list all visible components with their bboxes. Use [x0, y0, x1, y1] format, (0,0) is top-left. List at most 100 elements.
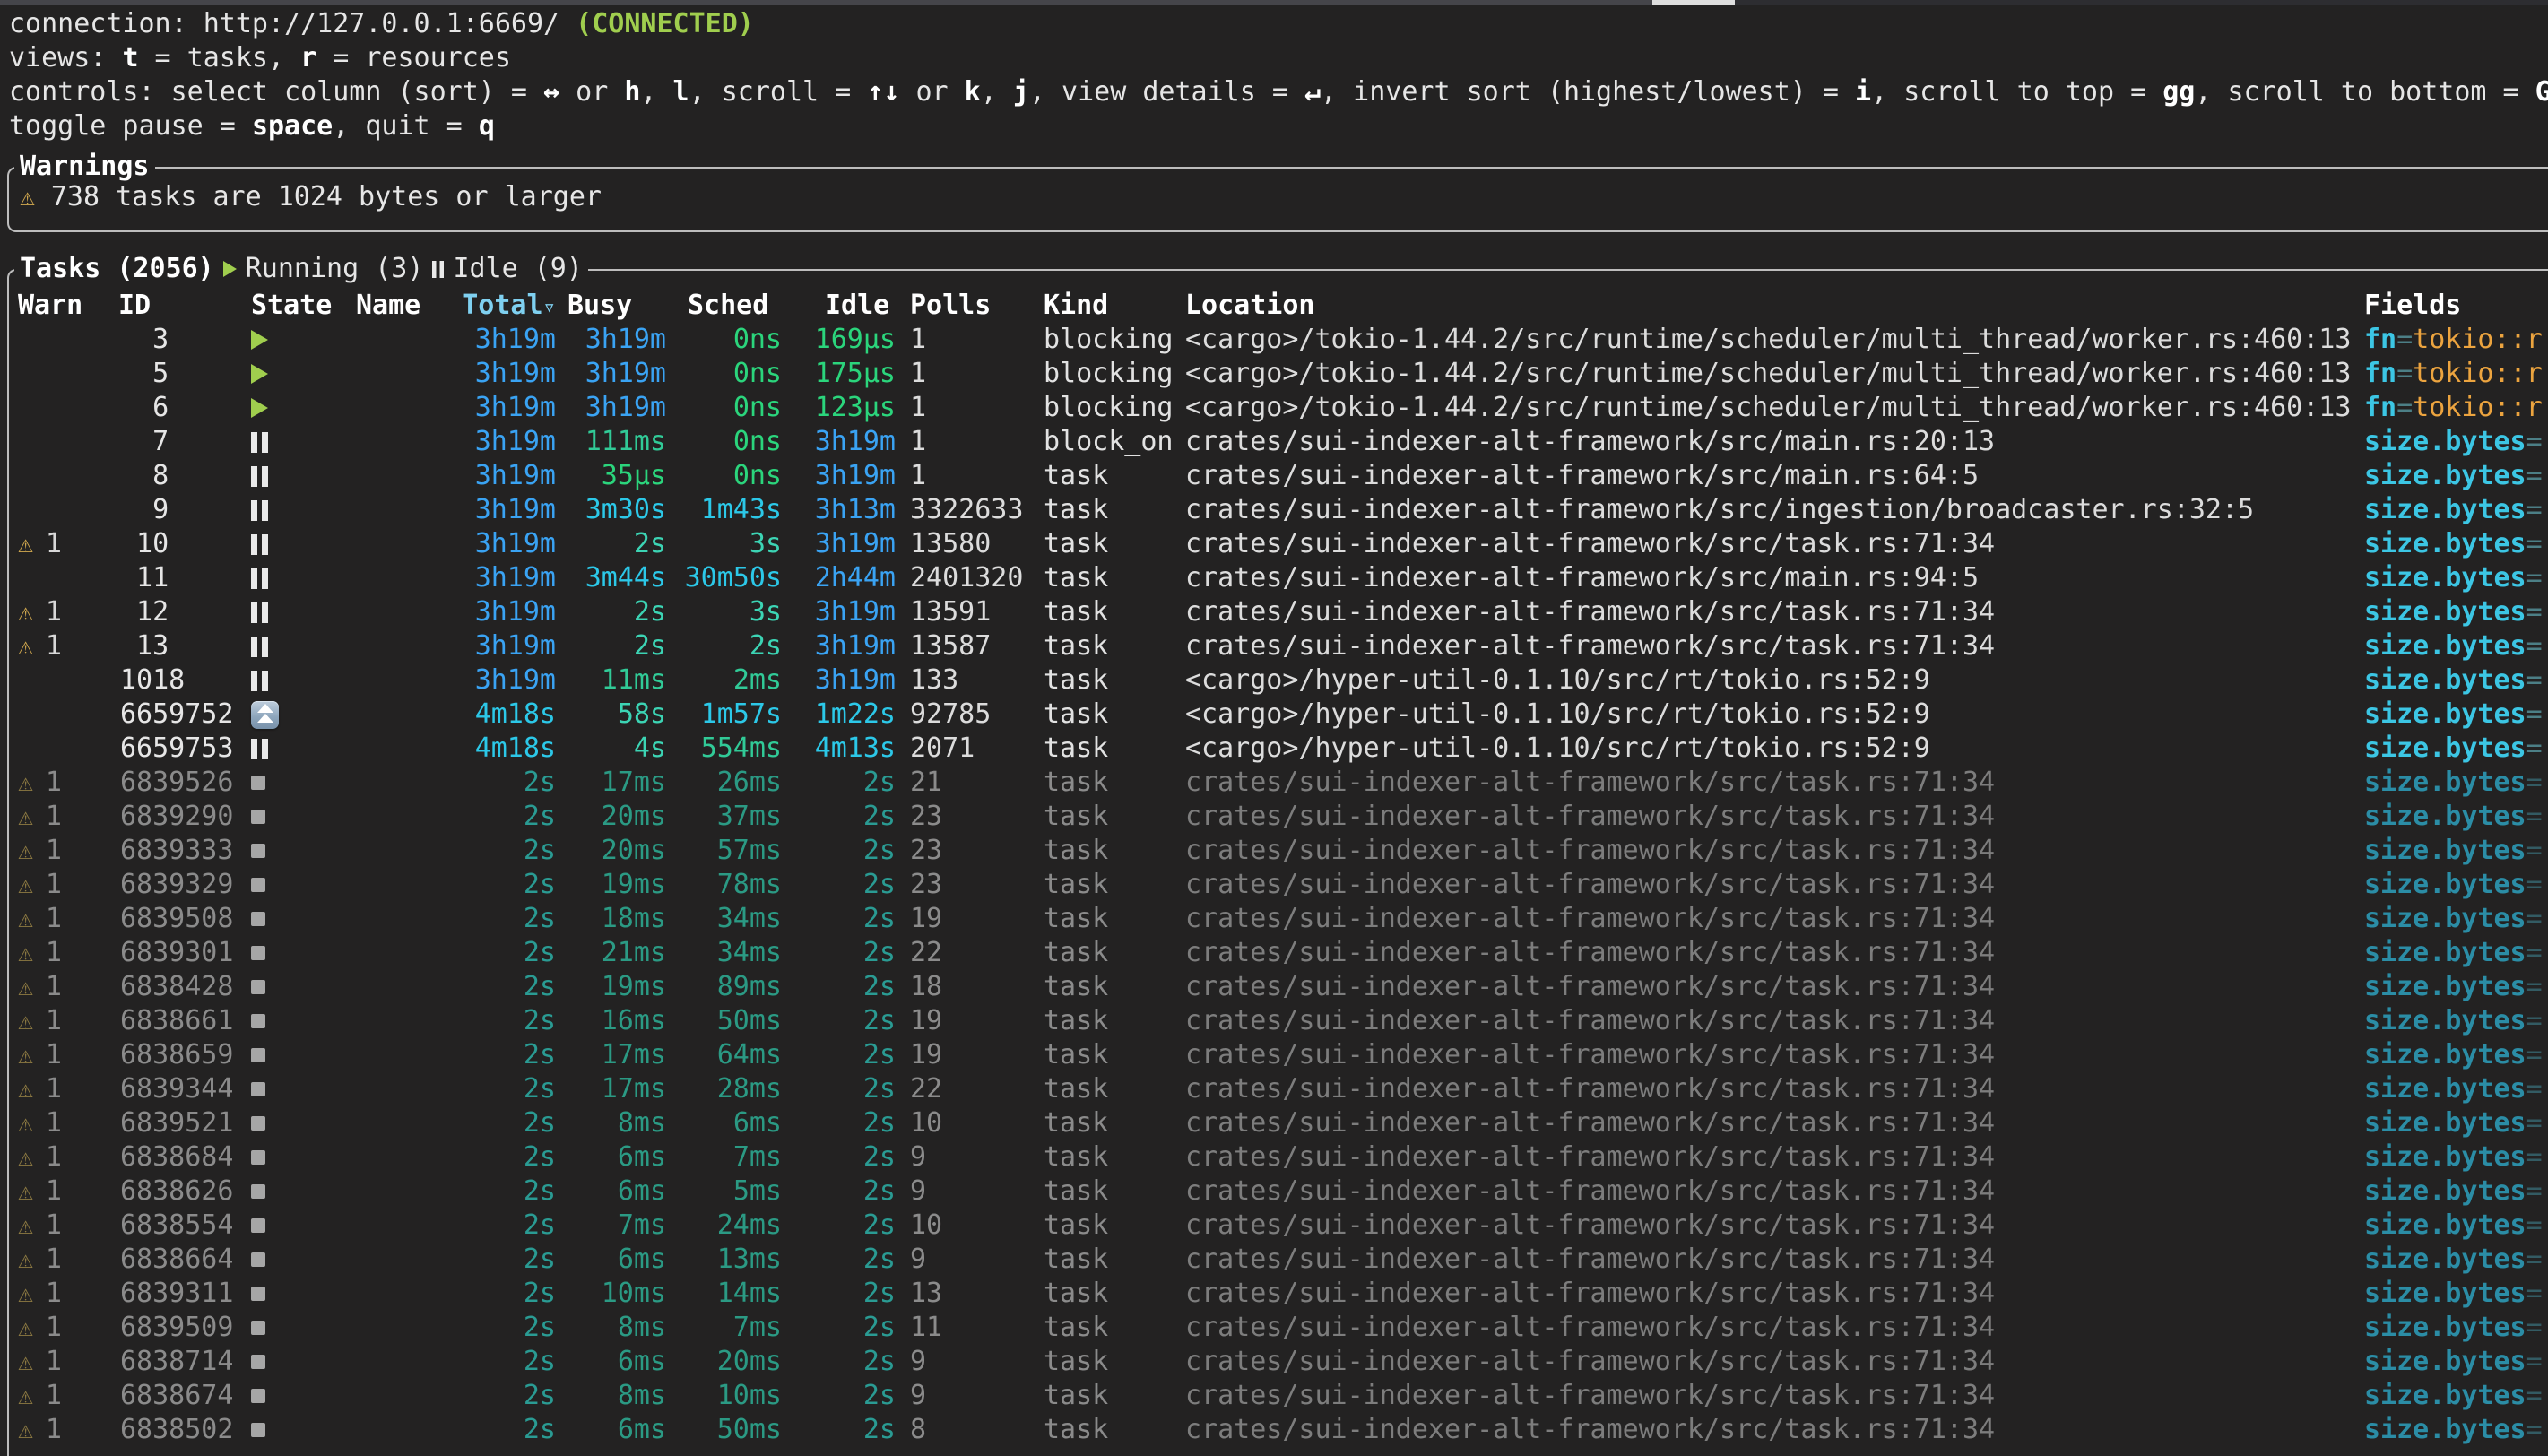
task-row[interactable]: ⚠168386842s6ms7ms2s9taskcrates/sui-index… — [11, 1140, 2548, 1174]
task-row[interactable]: 83h19m35µs0ns3h19m1taskcrates/sui-indexe… — [11, 459, 2548, 493]
warning-count: 1 — [46, 902, 62, 936]
task-row[interactable]: ⚠168392902s20ms37ms2s23taskcrates/sui-in… — [11, 800, 2548, 834]
task-row[interactable]: ⚠168393112s10ms14ms2s13taskcrates/sui-in… — [11, 1277, 2548, 1311]
warn-cell — [11, 561, 118, 595]
kind-cell: task — [1042, 766, 1183, 800]
idle-cell: 3h19m — [782, 595, 896, 629]
column-header-fields[interactable]: Fields — [2362, 289, 2548, 324]
warning-icon: ⚠ — [18, 1174, 33, 1209]
id-cell: 6838664 — [118, 1243, 251, 1277]
task-row[interactable]: ⚠168393332s20ms57ms2s23taskcrates/sui-in… — [11, 834, 2548, 868]
column-header-total[interactable]: Total▿ — [430, 289, 556, 324]
kind-cell: task — [1042, 698, 1183, 732]
name-cell — [356, 1379, 430, 1413]
state-cell — [251, 834, 356, 868]
sched-cell: 30m50s — [666, 561, 782, 595]
column-header-polls[interactable]: Polls — [896, 289, 1042, 324]
location-cell: <cargo>/hyper-util-0.1.10/src/rt/tokio.r… — [1183, 698, 2362, 732]
task-row[interactable]: ⚠168395082s18ms34ms2s19taskcrates/sui-in… — [11, 902, 2548, 936]
task-row[interactable]: 10183h19m11ms2ms3h19m133task<cargo>/hype… — [11, 663, 2548, 698]
task-id: 6839333 — [120, 834, 233, 868]
task-row[interactable]: ⚠1123h19m2s3s3h19m13591taskcrates/sui-in… — [11, 595, 2548, 629]
busy-duration: 6ms — [618, 1141, 666, 1173]
column-header-id[interactable]: ID — [118, 289, 251, 324]
task-row[interactable]: ⚠1133h19m2s2s3h19m13587taskcrates/sui-in… — [11, 629, 2548, 663]
field-equals: = — [2526, 664, 2543, 696]
task-row[interactable]: ⚠168386612s16ms50ms2s19taskcrates/sui-in… — [11, 1004, 2548, 1038]
field-key: fn — [2364, 324, 2396, 355]
polls-cell: 1 — [896, 391, 1042, 425]
task-row[interactable]: 66597534m18s4s554ms4m13s2071task<cargo>/… — [11, 732, 2548, 766]
task-row[interactable]: 66597524m18s58s1m57s1m22s92785task<cargo… — [11, 698, 2548, 732]
task-row[interactable]: 63h19m3h19m0ns123µs1blocking<cargo>/toki… — [11, 391, 2548, 425]
kind-cell: task — [1042, 459, 1183, 493]
text-segment: G — [2535, 76, 2548, 108]
polls-cell: 8 — [896, 1413, 1042, 1447]
column-header-idle[interactable]: Idle — [782, 289, 896, 324]
warn-cell: ⚠1 — [11, 1140, 118, 1174]
text-segment: views: — [9, 42, 122, 74]
warning-count: 1 — [46, 1106, 62, 1140]
total-duration: 2s — [524, 971, 556, 1002]
total-cell: 2s — [430, 1379, 556, 1413]
task-row[interactable]: ⚠168386262s6ms5ms2s9taskcrates/sui-index… — [11, 1174, 2548, 1209]
column-header-location[interactable]: Location — [1183, 289, 2362, 324]
polls-cell: 9 — [896, 1174, 1042, 1209]
column-header-busy[interactable]: Busy — [556, 289, 666, 324]
completed-state-icon — [251, 1014, 265, 1028]
column-header-sched[interactable]: Sched — [666, 289, 782, 324]
task-row[interactable]: ⚠168385542s7ms24ms2s10taskcrates/sui-ind… — [11, 1209, 2548, 1243]
task-row[interactable]: 53h19m3h19m0ns175µs1blocking<cargo>/toki… — [11, 357, 2548, 391]
task-row[interactable]: ⚠168384282s19ms89ms2s18taskcrates/sui-in… — [11, 970, 2548, 1004]
location-cell: crates/sui-indexer-alt-framework/src/mai… — [1183, 561, 2362, 595]
polls-cell: 1 — [896, 323, 1042, 357]
idle-cell: 3h19m — [782, 527, 896, 561]
column-header-name[interactable]: Name — [356, 289, 430, 324]
busy-duration: 10ms — [602, 1278, 666, 1309]
text-segment: gg — [2162, 76, 2195, 108]
column-header-state[interactable]: State — [251, 289, 356, 324]
task-row[interactable]: ⚠168395212s8ms6ms2s10taskcrates/sui-inde… — [11, 1106, 2548, 1140]
sched-cell: 0ns — [666, 425, 782, 459]
field-key: size.bytes — [2364, 562, 2526, 594]
field-key: size.bytes — [2364, 1175, 2526, 1207]
warn-cell — [11, 425, 118, 459]
busy-cell: 17ms — [556, 766, 666, 800]
completed-state-icon — [251, 1423, 265, 1437]
task-row[interactable]: ⚠168386742s8ms10ms2s9taskcrates/sui-inde… — [11, 1379, 2548, 1413]
idle-duration: 2s — [863, 801, 896, 832]
field-equals: = — [2526, 767, 2543, 798]
total-duration: 2s — [524, 1073, 556, 1105]
column-header-kind[interactable]: Kind — [1042, 289, 1183, 324]
sched-duration: 37ms — [717, 801, 782, 832]
task-row[interactable]: ⚠168395262s17ms26ms2s21taskcrates/sui-in… — [11, 766, 2548, 800]
kind-cell: task — [1042, 902, 1183, 936]
text-segment: toggle pause = — [9, 110, 252, 142]
running-state-icon — [223, 261, 237, 277]
busy-duration: 19ms — [602, 971, 666, 1002]
task-id: 6839509 — [120, 1311, 233, 1345]
task-row[interactable]: 93h19m3m30s1m43s3h13m3322633taskcrates/s… — [11, 493, 2548, 527]
task-row[interactable]: ⚠168393012s21ms34ms2s22taskcrates/sui-in… — [11, 936, 2548, 970]
location-cell: <cargo>/tokio-1.44.2/src/runtime/schedul… — [1183, 391, 2362, 425]
task-row[interactable]: ⚠168395092s8ms7ms2s11taskcrates/sui-inde… — [11, 1311, 2548, 1345]
task-row[interactable]: ⚠168386642s6ms13ms2s9taskcrates/sui-inde… — [11, 1243, 2548, 1277]
task-row[interactable]: ⚠168393442s17ms28ms2s22taskcrates/sui-in… — [11, 1072, 2548, 1106]
field-key: size.bytes — [2364, 767, 2526, 798]
fields-cell: size.bytes= — [2362, 732, 2548, 766]
task-row[interactable]: ⚠168385022s6ms50ms2s8taskcrates/sui-inde… — [11, 1413, 2548, 1447]
kind-cell: task — [1042, 663, 1183, 698]
task-row[interactable]: ⚠1103h19m2s3s3h19m13580taskcrates/sui-in… — [11, 527, 2548, 561]
task-row[interactable]: ⚠168386592s17ms64ms2s19taskcrates/sui-in… — [11, 1038, 2548, 1072]
task-row[interactable]: 73h19m111ms0ns3h19m1block_oncrates/sui-i… — [11, 425, 2548, 459]
task-row[interactable]: 113h19m3m44s30m50s2h44m2401320taskcrates… — [11, 561, 2548, 595]
table-header-row: WarnIDStateNameTotal▿BusySchedIdlePollsK… — [11, 289, 2548, 323]
sched-duration: 3s — [750, 528, 782, 559]
task-row[interactable]: 33h19m3h19m0ns169µs1blocking<cargo>/toki… — [11, 323, 2548, 357]
task-row[interactable]: ⚠168387142s6ms20ms2s9taskcrates/sui-inde… — [11, 1345, 2548, 1379]
total-duration: 3h19m — [475, 596, 556, 628]
column-header-warn[interactable]: Warn — [11, 289, 118, 324]
text-segment: j — [1013, 76, 1029, 108]
field-equals: = — [2526, 732, 2543, 764]
task-row[interactable]: ⚠168393292s19ms78ms2s23taskcrates/sui-in… — [11, 868, 2548, 902]
